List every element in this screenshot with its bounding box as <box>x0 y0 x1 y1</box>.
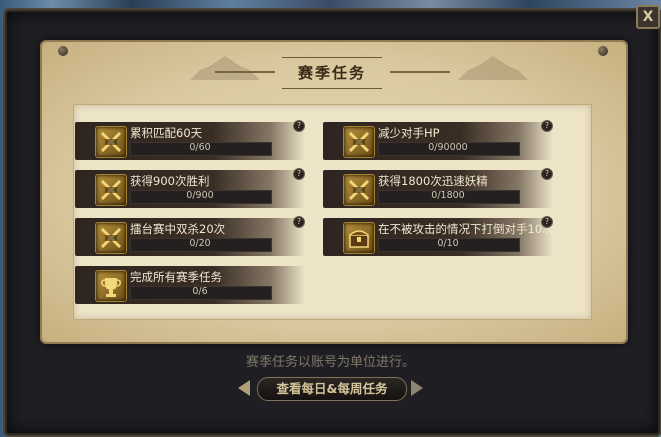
treasure-chest-icon <box>343 222 375 254</box>
crossed-swords-icon <box>343 126 375 158</box>
progress-value: 0/1800 <box>431 190 465 201</box>
task-item[interactable]: 累积匹配60天 0/60 ? <box>75 120 305 162</box>
help-icon[interactable]: ? <box>293 216 305 228</box>
crossed-swords-icon <box>95 222 127 254</box>
arrow-right-icon[interactable] <box>411 380 423 396</box>
arrow-left-icon[interactable] <box>238 380 250 396</box>
help-icon[interactable]: ? <box>541 168 553 180</box>
help-icon[interactable]: ? <box>293 120 305 132</box>
help-icon[interactable]: ? <box>541 216 553 228</box>
nail-icon <box>58 46 68 56</box>
task-item[interactable]: 擂台赛中双杀20次 0/20 ? <box>75 216 305 258</box>
title-plaque: 赛季任务 <box>282 57 382 89</box>
pagoda-roof-icon <box>190 52 260 82</box>
task-name: 在不被攻击的情况下打倒对手10次 <box>378 222 554 236</box>
nail-icon <box>598 46 608 56</box>
crossed-swords-icon <box>95 126 127 158</box>
help-icon[interactable]: ? <box>541 120 553 132</box>
view-daily-weekly-button[interactable]: 查看每日&每周任务 <box>257 377 407 401</box>
task-item[interactable]: 完成所有赛季任务 0/6 <box>75 266 305 306</box>
crossed-swords-icon <box>343 174 375 206</box>
progress-value: 0/10 <box>437 238 459 249</box>
pagoda-roof-icon <box>458 52 528 82</box>
progress-value: 0/90000 <box>428 142 468 153</box>
task-name: 擂台赛中双杀20次 <box>130 222 226 236</box>
progress-value: 0/6 <box>192 286 208 297</box>
progress-value: 0/900 <box>186 190 214 201</box>
task-item[interactable]: 获得900次胜利 0/900 ? <box>75 168 305 210</box>
help-icon[interactable]: ? <box>293 168 305 180</box>
task-item[interactable]: 减少对手HP 0/90000 ? <box>323 120 553 162</box>
title-ornament-left <box>215 71 275 73</box>
task-name: 完成所有赛季任务 <box>130 270 222 284</box>
progress-value: 0/60 <box>189 142 211 153</box>
title-ornament-right <box>390 71 450 73</box>
footer-note: 赛季任务以账号为单位进行。 <box>245 355 415 370</box>
close-button[interactable]: X <box>636 5 660 29</box>
trophy-icon <box>95 270 127 302</box>
task-name: 获得1800次迅速妖精 <box>378 174 488 188</box>
task-name: 累积匹配60天 <box>130 126 203 140</box>
task-name: 获得900次胜利 <box>130 174 210 188</box>
progress-value: 0/20 <box>189 238 211 249</box>
task-item[interactable]: 获得1800次迅速妖精 0/1800 ? <box>323 168 553 210</box>
window-title: 赛季任务 <box>297 64 366 82</box>
crossed-swords-icon <box>95 174 127 206</box>
task-name: 减少对手HP <box>378 126 440 140</box>
task-item[interactable]: 在不被攻击的情况下打倒对手10次 0/10 ? <box>323 216 554 258</box>
